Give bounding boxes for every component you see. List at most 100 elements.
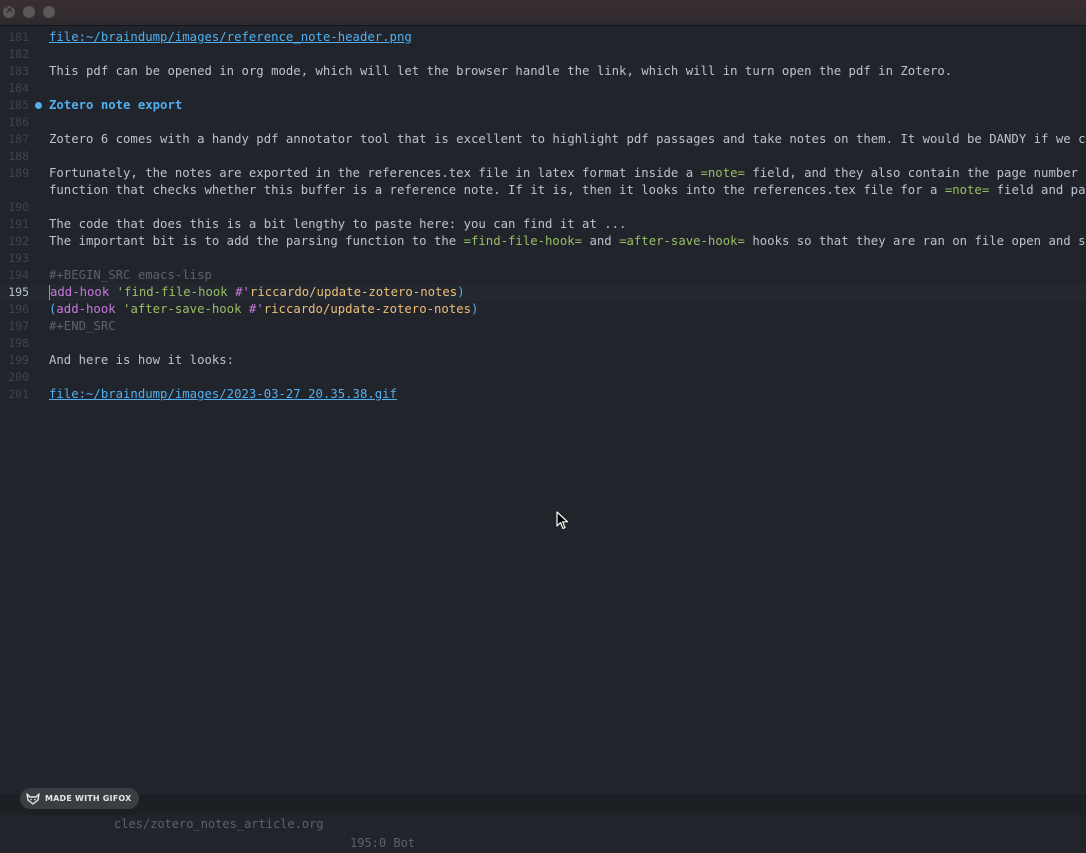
text-span: riccardo/update-zotero-notes	[249, 285, 458, 299]
line-number: 196	[8, 302, 29, 316]
editor-line[interactable]: 186	[0, 114, 1086, 131]
line-number: 190	[8, 200, 29, 214]
editor-line[interactable]: function that checks whether this buffer…	[0, 182, 1086, 199]
line-number: 201	[8, 387, 29, 401]
line-text: And here is how it looks:	[49, 352, 234, 369]
editor-line[interactable]: 185 Zotero note export	[0, 97, 1086, 114]
line-number: 200	[8, 370, 29, 384]
file-link[interactable]: file:~/braindump/images/2023-03-27 20.35…	[49, 387, 397, 401]
text-span: #+BEGIN_SRC emacs-lisp	[49, 268, 212, 282]
line-number: 187	[8, 132, 29, 146]
line-number: 183	[8, 64, 29, 78]
editor-buffer[interactable]: 181 file:~/braindump/images/reference_not…	[0, 29, 1086, 795]
editor-line[interactable]: 189 Fortunately, the notes are exported i…	[0, 165, 1086, 182]
line-text: add-hook 'find-file-hook #'riccardo/upda…	[49, 284, 465, 301]
editor-line[interactable]: 190	[0, 199, 1086, 216]
line-number: 198	[8, 336, 29, 350]
gifox-watermark: MADE WITH GIFOX	[20, 788, 140, 809]
text-span: This pdf can be opened in org mode, whic…	[49, 64, 953, 78]
close-window-button[interactable]	[3, 3, 15, 18]
line-number: 192	[8, 234, 29, 248]
line-text: file:~/braindump/images/2023-03-27 20.35…	[49, 386, 397, 403]
editor-line[interactable]: 194 #+BEGIN_SRC emacs-lisp	[0, 267, 1086, 284]
text-span: function that checks whether this buffer…	[49, 183, 945, 197]
text-span: The important bit is to add the parsing …	[49, 234, 464, 248]
line-text: function that checks whether this buffer…	[49, 182, 1086, 199]
editor-line[interactable]: 198	[0, 335, 1086, 352]
text-span: and	[582, 234, 620, 248]
minimize-window-button[interactable]	[23, 6, 35, 18]
text-span: hooks so that they are ran on file open …	[744, 234, 1086, 248]
maximize-window-button[interactable]	[43, 6, 55, 18]
line-text: Fortunately, the notes are exported in t…	[49, 165, 1086, 182]
editor-line[interactable]: 196 (add-hook 'after-save-hook #'riccardo…	[0, 301, 1086, 318]
editor-line[interactable]: 193	[0, 250, 1086, 267]
line-text: The important bit is to add the parsing …	[49, 233, 1086, 250]
heading-bullet-icon[interactable]	[35, 102, 42, 109]
line-number: 185	[8, 98, 29, 112]
text-span: #'	[235, 285, 250, 299]
text-span: Zotero 6 comes with a handy pdf annotato…	[49, 132, 1086, 146]
line-number: 193	[8, 251, 29, 265]
editor-line[interactable]: 182	[0, 46, 1086, 63]
heading-text: Zotero note export	[49, 98, 183, 112]
line-text: Zotero 6 comes with a handy pdf annotato…	[49, 131, 1086, 148]
line-text: #+BEGIN_SRC emacs-lisp	[49, 267, 212, 284]
current-line[interactable]: 195 add-hook 'find-file-hook #'riccardo/u…	[0, 284, 1086, 301]
editor-line[interactable]: 184	[0, 80, 1086, 97]
line-number: 191	[8, 217, 29, 231]
line-number: 186	[8, 115, 29, 129]
editor-line[interactable]: 197 #+END_SRC	[0, 318, 1086, 335]
line-text: #+END_SRC	[49, 318, 116, 335]
line-number: 184	[8, 81, 29, 95]
text-span: riccardo/update-zotero-notes	[263, 302, 472, 316]
gifox-watermark-label: MADE WITH GIFOX	[45, 794, 132, 803]
editor-line[interactable]: 181 file:~/braindump/images/reference_not…	[0, 29, 1086, 46]
line-number: 195	[8, 285, 29, 299]
gifox-fox-icon	[26, 792, 40, 805]
editor-line[interactable]: 199 And here is how it looks:	[0, 352, 1086, 369]
line-number: 182	[8, 47, 29, 61]
text-span: And here is how it looks:	[49, 353, 235, 367]
line-number: 194	[8, 268, 29, 282]
line-text: This pdf can be opened in org mode, whic…	[49, 63, 952, 80]
line-number: 188	[8, 149, 29, 163]
line-number: 189	[8, 166, 29, 180]
line-text: (add-hook 'after-save-hook #'riccardo/up…	[49, 301, 478, 318]
editor-line[interactable]: 188	[0, 148, 1086, 165]
file-link[interactable]: file:~/braindump/images/reference_note-h…	[49, 30, 412, 44]
text-span	[109, 285, 116, 299]
text-span: field and parses it.	[996, 183, 1086, 197]
line-number: 197	[8, 319, 29, 333]
text-span: The code that does this is a bit lengthy…	[49, 217, 627, 231]
text-span: #'	[248, 302, 264, 316]
editor-line[interactable]: 200	[0, 369, 1086, 386]
editor-line[interactable]: 191 The code that does this is a bit leng…	[0, 216, 1086, 233]
text-span: add-hook	[56, 302, 116, 316]
line-number: 181	[8, 30, 29, 44]
line-number: 199	[8, 353, 29, 367]
mouse-pointer-icon	[556, 511, 569, 530]
window-titlebar	[0, 0, 1086, 26]
editor-line[interactable]: 187 Zotero 6 comes with a handy pdf annot…	[0, 131, 1086, 148]
modeline-buffer-name: cles/zotero_notes_article.org	[114, 817, 324, 831]
text-span: =note=	[700, 166, 745, 180]
line-text: The code that does this is a bit lengthy…	[49, 216, 626, 233]
text-span: =after-save-hook=	[619, 234, 745, 248]
editor-line[interactable]: 183 This pdf can be opened in org mode, w…	[0, 63, 1086, 80]
text-span: add-hook	[50, 285, 110, 299]
modeline-position: 195:0 Bot	[350, 836, 416, 850]
modeline: cles/zotero_notes_article.org 195:0 Bot	[0, 795, 1086, 850]
editor-line[interactable]: 192 The important bit is to add the parsi…	[0, 233, 1086, 250]
text-span: =find-file-hook=	[463, 234, 583, 248]
text-span: 'find-file-hook	[116, 285, 228, 299]
text-span: )	[457, 285, 465, 299]
text-span: #+END_SRC	[49, 319, 116, 333]
text-span	[116, 302, 123, 316]
line-text: file:~/braindump/images/reference_note-h…	[49, 29, 412, 46]
line-text: Zotero note export	[49, 97, 182, 114]
text-span	[242, 302, 249, 316]
text-span: =note=	[944, 183, 990, 197]
text-span: )	[471, 302, 479, 316]
editor-line[interactable]: 201 file:~/braindump/images/2023-03-27 20…	[0, 386, 1086, 403]
